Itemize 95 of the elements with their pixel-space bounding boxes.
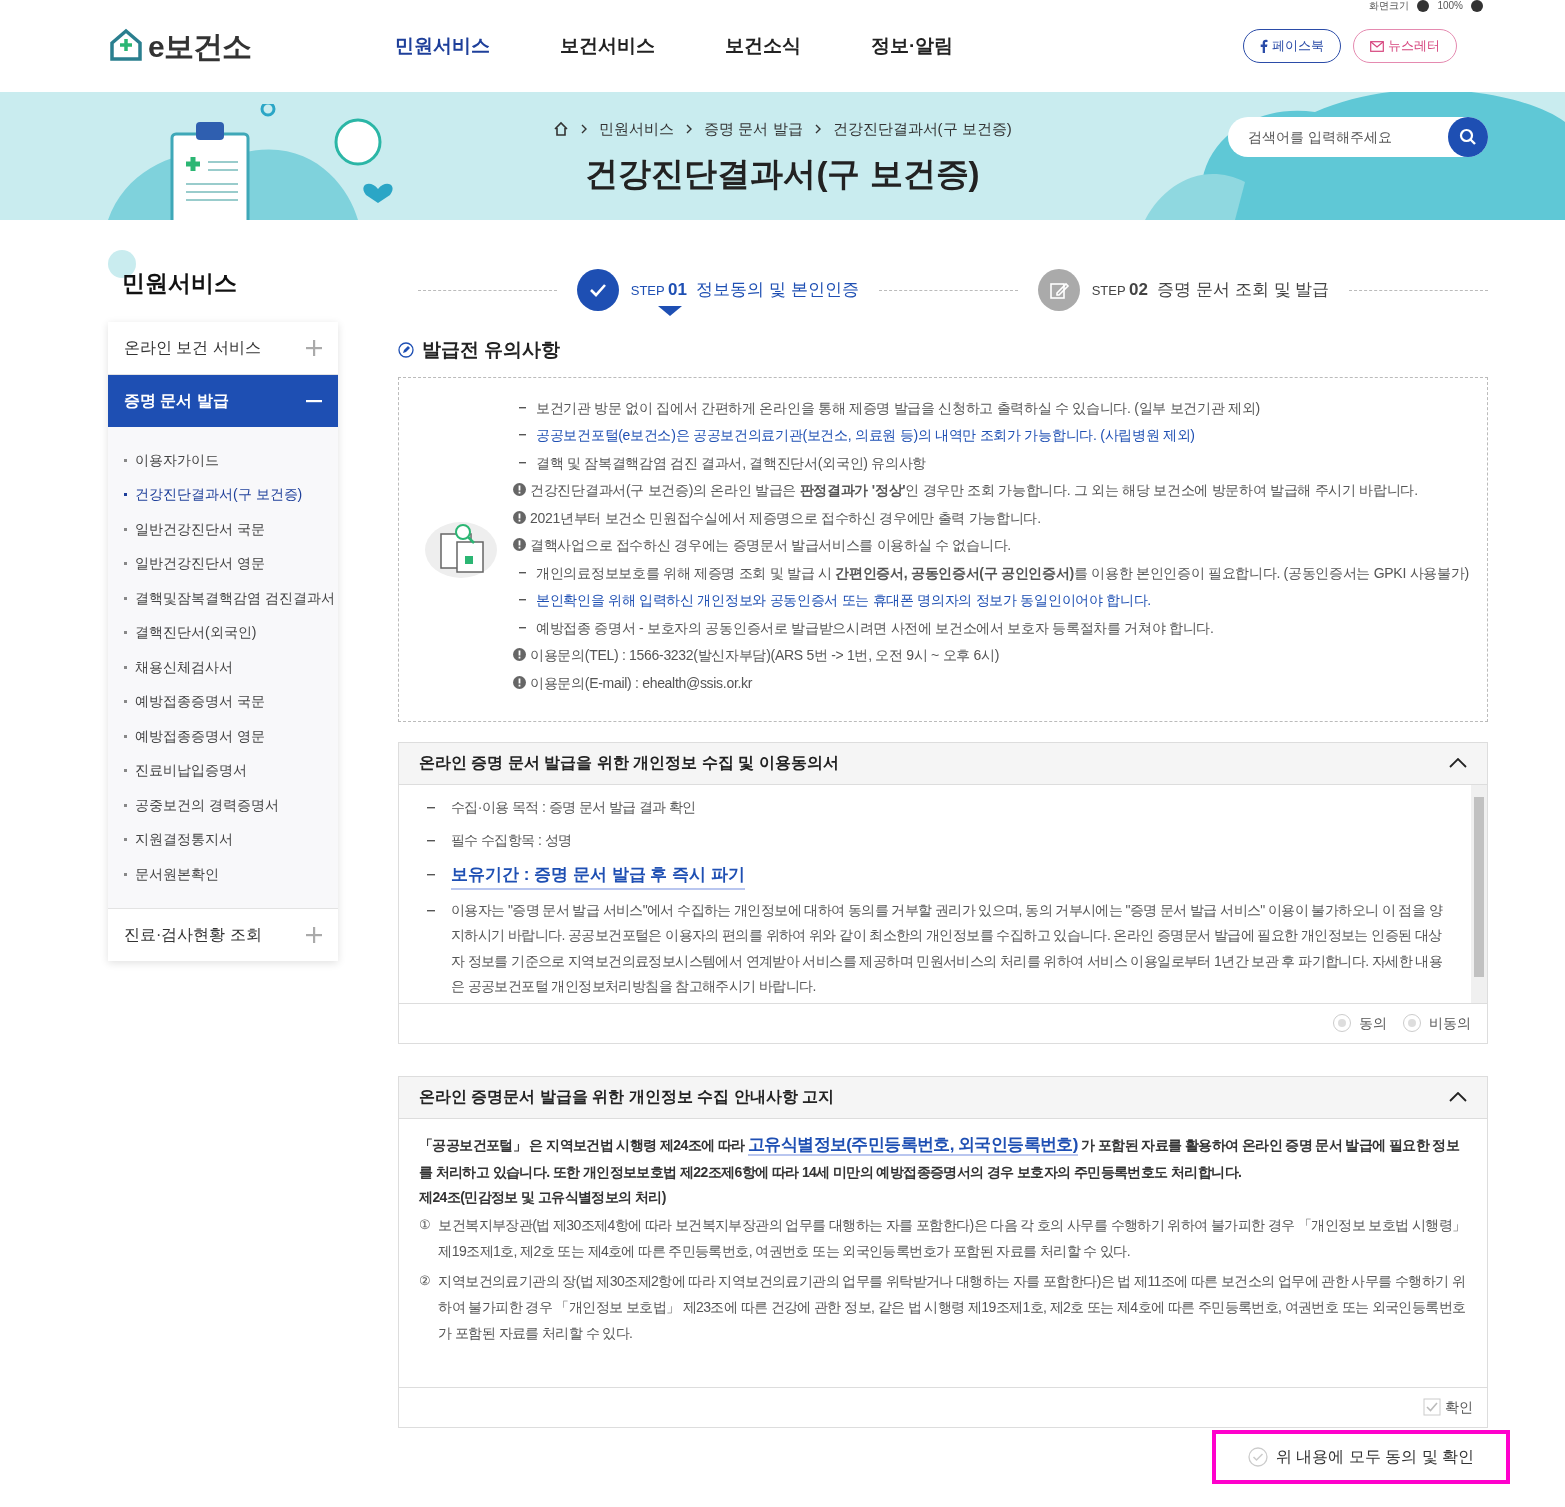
- clause-number: ②: [419, 1271, 431, 1290]
- nav-tab[interactable]: 보건소식: [725, 31, 801, 61]
- dash-icon: [427, 909, 435, 912]
- menu-item[interactable]: 결핵및잠복결핵감염 검진결과서: [124, 581, 338, 616]
- confirm-checkbox[interactable]: [1423, 1398, 1441, 1416]
- section-title: 발급전 유의사항: [422, 338, 561, 362]
- step-pointer-icon: [658, 306, 682, 316]
- menu-group[interactable]: 증명 문서 발급: [108, 375, 338, 427]
- clause-number: ①: [419, 1215, 431, 1234]
- logo-text[interactable]: e보건소: [148, 23, 252, 69]
- nav-tab[interactable]: 민원서비스: [395, 31, 490, 61]
- alert-icon: [513, 648, 526, 662]
- alert-icon: [513, 675, 526, 689]
- menu-item[interactable]: 채용신체검사서: [124, 650, 338, 685]
- dash-icon: [519, 461, 526, 464]
- chevron-right-icon: [581, 124, 588, 135]
- facebook-icon: [1260, 39, 1268, 53]
- nav-tab[interactable]: 정보·알림: [871, 31, 954, 61]
- nav-tab[interactable]: 보건서비스: [560, 31, 655, 61]
- identifier-link[interactable]: 고유식별정보(주민등록번호, 외국인등록번호): [747, 1134, 1078, 1156]
- notice-text: 2021년부터 보건소 민원접수실에서 제증명으로 접수하신 경우에만 출력 가능합니다.: [530, 508, 1041, 528]
- menu-item[interactable]: 공중보건의 경력증명서: [124, 788, 338, 823]
- breadcrumb-link[interactable]: 건강진단결과서(구 보건증): [832, 118, 1012, 141]
- breadcrumb-link[interactable]: 민원서비스: [599, 118, 675, 141]
- notice-text: 공공보건포털(e보건소)은 공공보건의료기관(보건소, 의료원 등)의 내역만 조회가 가능합니다. (사립병원 제외): [536, 426, 1195, 446]
- consent-text: 필수 수집항목 : 성명: [451, 831, 572, 850]
- scrollbar[interactable]: [1471, 784, 1487, 1003]
- clause-text: 보건복지부장관(법 제30조제4항에 따라 보건복지부장관의 업무를 대행하는 자를 포함한다)은 다음 각 호의 사무를 수행하기 위하여 불가피한 경우 「개인정보 보호법 시행령」 제19조제1호, 제2호 또는 제4호에 따른 주민등록번호, 여권번호 또는 외국인등록번호가 포함된 자료를 처리할 수 있다.: [438, 1215, 1467, 1261]
- notice-text: 이용문의(E-mail) : ehealth@ssis.or.kr: [530, 673, 753, 693]
- consent-text: 수집·이용 목적 : 증명 문서 발급 결과 확인: [451, 797, 696, 817]
- menu-group[interactable]: 온라인 보건 서비스: [108, 322, 338, 374]
- dash-icon: [519, 406, 526, 409]
- menu-item[interactable]: 일반건강진단서 영문: [124, 546, 338, 581]
- zoom-label: 화면크기: [1369, 1, 1410, 11]
- alert-icon: [513, 483, 526, 497]
- menu-item[interactable]: 이용자가이드: [124, 443, 338, 478]
- accordion-header[interactable]: 온라인 증명문서 발급을 위한 개인정보 수집 안내사항 고지: [399, 1076, 1487, 1119]
- notice-text: 보건기관 방문 없이 집에서 간편하게 온라인을 통해 제증명 발급을 신청하고 출력하실 수 있습니다. (일부 보건기관 제외): [536, 398, 1260, 418]
- home-icon[interactable]: [553, 121, 570, 138]
- notice-text: 결핵사업으로 접수하신 경우에는 증명문서 발급서비스를 이용하실 수 없습니다.: [530, 536, 1011, 556]
- consent-text: 이용자는 "증명 문서 발급 서비스"에서 수집하는 개인정보에 대하여 동의를 거부할 권리가 있으며, 동의 거부시에는 "증명 문서 발급 서비스" 이용이 불가하오니 이 점을 양지하시기 바랍니다. 공공보건포털은 이용자의 편의를 위하여 위와 같이 최소한의 개인정보를 수집하고 있습니다. 온라인 증명문서 발급에 필요한 개인정보는 인증된 대상자 정보를 기준으로 지역보건의료정보시스템에서 연계받아 서비스를 제공하며 민원서비스의 처리를 위하여 서비스 이용일로부터 1년간 보관 후 파기합니다. 자세한 내용은 공공보건포털 개인정보처리방침을 참고해주시기 바랍니다.: [451, 900, 1444, 996]
- minus-icon: [306, 399, 322, 403]
- envelope-icon: [1370, 40, 1384, 52]
- pencil-icon: [398, 342, 414, 359]
- breadcrumb-link[interactable]: 증명 문서 발급: [704, 118, 803, 141]
- accordion-header[interactable]: 온라인 증명 문서 발급을 위한 개인정보 수집 및 이용동의서: [399, 742, 1487, 785]
- menu-item[interactable]: 건강진단결과서(구 보건증): [124, 477, 338, 512]
- search-input[interactable]: 검색어를 입력해주세요: [1248, 126, 1448, 148]
- notice-text: 본인확인을 위해 입력하신 개인정보와 공동인증서 또는 휴대폰 명의자의 정보가 동일인이어야 합니다.: [536, 591, 1151, 611]
- confirm-option[interactable]: 확인: [1423, 1396, 1473, 1418]
- dash-icon: [519, 434, 526, 437]
- intro-paragraph: 「공공보건포털」 은 지역보건법 시행령 제24조에 따라 고유식별정보(주민등록번호, 외국인등록번호) 가 포함된 자료를 활용하여 온라인 증명 문서 발급에 필요한 정보를 처리하고 있습니다. 또한 개인정보보호법 제22조제6항에 따라 14세 미만의 예방접종증명서의 경우 보호자의 주민등록번호도 처리합니다.: [419, 1133, 1461, 1182]
- menu-item[interactable]: 예방접종증명서 국문: [124, 684, 338, 719]
- page-title: 건강진단결과서(구 보건증): [585, 153, 980, 194]
- step-indicator: STEP 02 증명 문서 조회 및 발급: [1037, 269, 1330, 311]
- zoom-out-icon[interactable]: [1471, 0, 1483, 12]
- search-button[interactable]: [1448, 117, 1488, 157]
- step-indicator: STEP 01 정보동의 및 본인인증: [576, 269, 859, 311]
- dash-icon: [427, 873, 435, 876]
- menu-item[interactable]: 지원결정통지서: [124, 822, 338, 857]
- clause-text: 지역보건의료기관의 장(법 제30조제2항에 따라 지역보건의료기관의 업무를 위탁받거나 대행하는 자를 포함한다)은 법 제11조에 따른 보건소의 업무에 관한 사무를 수행하기 위하여 불가피한 경우 「개인정보 보호법」 제23조에 따른 건강에 관한 정보, 같은 법 시행령 제19조제1호, 제2호 또는 제4호에 따른 주민등록번호, 여권번호 또는 외국인등록번호가 포함된 자료를 처리할 수 있다.: [438, 1271, 1467, 1343]
- chevron-right-icon: [686, 124, 693, 135]
- radio-option[interactable]: 동의: [1333, 1012, 1387, 1034]
- notice-text: 건강진단결과서(구 보건증)의 온라인 발급은 판정결과가 '정상'인 경우만 조회 가능합니다. 그 외는 해당 보건소에 방문하여 발급해 주시기 바랍니다.: [530, 481, 1418, 501]
- notice-text: 예방접종 증명서 - 보호자의 공동인증서로 발급받으시려면 사전에 보건소에서 보호자 등록절차를 거쳐야 합니다.: [536, 618, 1214, 638]
- plus-icon: [306, 340, 322, 356]
- zoom-in-icon[interactable]: [1417, 0, 1430, 12]
- menu-item[interactable]: 문서원본확인: [124, 857, 338, 892]
- dash-icon: [519, 599, 526, 602]
- dash-icon: [427, 840, 435, 842]
- notice-text: 이용문의(TEL) : 1566-3232(발신자부담)(ARS 5번 -> 1번, 오전 9시 ~ 오후 6시): [530, 646, 1000, 666]
- notice-text: 개인의료정보보호를 위해 제증명 조회 및 발급 시 간편인증서, 공동인증서(구 공인인증서)를 이용한 본인인증이 필요합니다. (공동인증서는 GPKI 사용불가): [536, 563, 1469, 583]
- search-bar[interactable]: 검색어를 입력해주세요: [1228, 117, 1488, 157]
- zoom-value: 100%: [1437, 1, 1463, 11]
- chevron-right-icon: [814, 124, 821, 135]
- chevron-up-icon[interactable]: [1449, 1092, 1467, 1102]
- dash-icon: [427, 806, 435, 809]
- retention-period: 보유기간 : 증명 문서 발급 후 즉시 파기: [451, 861, 745, 890]
- dash-icon: [519, 571, 526, 574]
- dash-icon: [519, 626, 526, 629]
- menu-item[interactable]: 일반건강진단서 국문: [124, 512, 338, 547]
- agree-all-button[interactable]: 위 내용에 모두 동의 및 확인: [1211, 1429, 1510, 1484]
- chevron-up-icon[interactable]: [1449, 758, 1467, 768]
- article-title: 제24조(민감정보 및 고유식별정보의 처리): [419, 1187, 667, 1207]
- menu-group[interactable]: 진료·검사현황 조회: [108, 908, 338, 961]
- menu-item[interactable]: 진료비납입증명서: [124, 753, 338, 788]
- menu-item[interactable]: 예방접종증명서 영문: [124, 719, 338, 754]
- sidebar-title: 민원서비스: [122, 269, 237, 298]
- alert-icon: [513, 510, 526, 524]
- search-icon: [1459, 128, 1477, 146]
- alert-icon: [513, 538, 526, 552]
- menu-item[interactable]: 결핵진단서(외국인): [124, 615, 338, 650]
- radio-option[interactable]: 비동의: [1403, 1012, 1471, 1034]
- notice-text: 결핵 및 잠복결핵감염 검진 결과서, 결핵진단서(외국인) 유의사항: [536, 453, 927, 473]
- plus-icon: [306, 926, 322, 943]
